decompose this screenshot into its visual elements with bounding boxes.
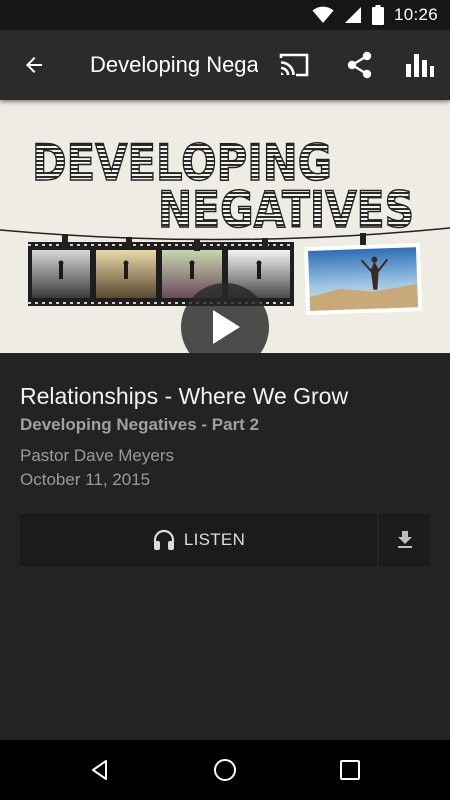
series-name: Developing Negatives - Part 2	[20, 415, 260, 434]
status-bar: 10:26	[0, 0, 450, 30]
toolbar-title: Developing Negatives	[90, 52, 258, 77]
sermon-artwork: DEVELOPING NEGATIVES	[0, 100, 450, 353]
nav-recents-button[interactable]	[325, 750, 375, 790]
play-icon	[213, 310, 240, 344]
listen-label: LISTEN	[183, 530, 246, 549]
signal-icon	[344, 7, 361, 23]
sermon-date: October 11, 2015	[20, 470, 151, 489]
cast-icon	[279, 53, 309, 77]
bar-chart-icon	[406, 54, 434, 77]
download-icon	[397, 531, 412, 548]
app-bar: Developing Negatives	[0, 30, 450, 100]
battery-icon	[371, 5, 384, 25]
share-icon	[347, 51, 372, 79]
artwork-title-line2: NEGATIVES	[158, 181, 414, 239]
nav-home-button[interactable]	[200, 750, 250, 790]
share-button[interactable]	[340, 47, 380, 83]
stats-button[interactable]	[400, 47, 440, 83]
nav-back-button[interactable]	[75, 750, 125, 790]
speaker-name: Pastor Dave Meyers	[20, 446, 174, 465]
wifi-icon	[312, 6, 334, 23]
sermon-details: Relationships - Where We Grow Developing…	[0, 353, 450, 740]
back-triangle-icon	[92, 760, 107, 780]
sermon-title: Relationships - Where We Grow	[20, 383, 349, 409]
arrow-back-icon	[26, 57, 42, 73]
cast-button[interactable]	[274, 47, 314, 83]
download-button[interactable]	[379, 514, 430, 566]
recents-square-icon	[340, 760, 360, 780]
navigation-bar	[0, 740, 450, 800]
status-time: 10:26	[393, 5, 438, 24]
status-icons: 10:26	[312, 0, 438, 30]
home-circle-icon	[214, 759, 236, 781]
back-button[interactable]	[16, 47, 52, 83]
listen-button[interactable]: LISTEN	[20, 514, 377, 566]
headphones-icon	[153, 529, 174, 550]
